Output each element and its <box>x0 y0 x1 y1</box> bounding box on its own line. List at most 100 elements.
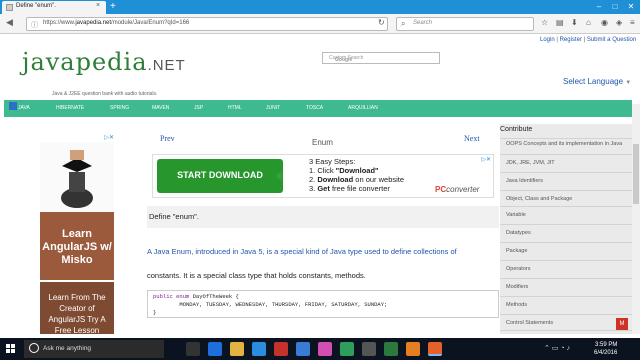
language-select[interactable]: Select Language ▼ <box>563 77 631 86</box>
download-icon[interactable]: ⬇ <box>571 18 578 27</box>
lock-icon: ⓘ <box>31 22 38 29</box>
ad-choices-icon[interactable]: ▷✕ <box>104 134 114 141</box>
sidebar-heading: Contribute <box>500 126 533 133</box>
home-icon[interactable]: ⌂ <box>586 18 591 27</box>
code-block: public enum DayOfTheWeek { MONDAY, TUESD… <box>147 290 499 318</box>
scrollbar[interactable] <box>632 104 640 334</box>
maximize-icon[interactable]: □ <box>608 1 622 12</box>
menu-item-jsp[interactable]: JSP <box>194 105 203 111</box>
sidebar-item[interactable]: Package <box>500 242 632 258</box>
topics-sidebar: Contribute OOPS Concepts and its impleme… <box>500 124 632 334</box>
sidebar-item[interactable]: Datatypes <box>500 224 632 240</box>
ad-subtext: Learn From The Creator of AngularJS Try … <box>48 293 106 334</box>
sidebar-item[interactable]: Object, Class and Package <box>500 190 632 206</box>
star-icon[interactable]: ☆ <box>541 18 548 27</box>
register-link[interactable]: Register <box>560 37 582 43</box>
login-link[interactable]: Login <box>540 37 555 43</box>
app-icon-green[interactable] <box>340 342 354 356</box>
navigation-bar: ◀ ⓘ https://www.javapedia.net/module/Jav… <box>0 14 640 34</box>
store-icon[interactable] <box>252 342 266 356</box>
page-title: Enum <box>312 138 333 147</box>
sidebar-item[interactable]: OOPS Concepts and its implementation in … <box>500 138 632 154</box>
menu-item-hibernate[interactable]: HIBERNATE <box>56 105 84 111</box>
app-icon-orange[interactable] <box>406 342 420 356</box>
ad-choices-icon[interactable]: ▷✕ <box>481 156 491 163</box>
question-box: Define "enum". <box>147 206 499 228</box>
menu-item-html[interactable]: HTML <box>228 105 242 111</box>
sidebar-item[interactable]: Methods <box>500 296 632 312</box>
clock[interactable]: 3:59 PM 6/4/2016 <box>594 341 617 357</box>
search-icon: ⌕ <box>401 19 406 28</box>
browser-tab[interactable]: Define "enum". × <box>2 1 106 14</box>
close-window-icon[interactable]: ✕ <box>624 1 638 12</box>
sidebar-item[interactable]: Variable <box>500 206 632 222</box>
submit-question-link[interactable]: Submit a Question <box>587 37 636 43</box>
menu-item-java[interactable]: JAVA <box>18 105 30 111</box>
ad-headline: Learn AngularJS w/ Misko <box>42 228 112 266</box>
sidebar-item[interactable]: Constructor <box>500 330 632 334</box>
tab-bar: Define "enum". × + – □ ✕ <box>0 0 640 14</box>
firefox-icon[interactable] <box>428 342 442 356</box>
reload-icon[interactable]: ↻ <box>378 18 385 27</box>
menu-item-spring[interactable]: SPRING <box>110 105 129 111</box>
cortana-icon <box>29 343 39 353</box>
account-links: Login | Register | Submit a Question <box>540 37 637 43</box>
menu-item-arquillian[interactable]: ARQUILLIAN <box>348 105 378 111</box>
cortana-placeholder: Ask me anything <box>43 345 92 352</box>
cortana-search[interactable]: Ask me anything <box>24 340 164 358</box>
menu-item-junit[interactable]: JUNIT <box>266 105 280 111</box>
search-placeholder: Search <box>413 20 433 26</box>
new-tab-button[interactable]: + <box>110 0 116 13</box>
search-input[interactable]: ⌕ Search <box>396 17 534 31</box>
start-download-button[interactable]: START DOWNLOAD <box>157 159 283 193</box>
next-link[interactable]: Next <box>464 134 480 143</box>
answer-text: A Java Enum, introduced in Java 5, is a … <box>147 247 457 280</box>
menu-item-maven[interactable]: MAVEN <box>152 105 169 111</box>
main-menu: JAVA HIBERNATE SPRING MAVEN JSP HTML JUNIT TOSC… <box>4 100 632 117</box>
sidebar-item[interactable]: Modifiers <box>500 278 632 294</box>
address-bar[interactable]: ⓘ https://www.javapedia.net/module/Java/… <box>26 17 388 31</box>
url-text: https://www.javapedia.net/module/Java/En… <box>43 20 190 26</box>
menu-icon[interactable]: ≡ <box>630 18 635 27</box>
ad-brand: PCconverter <box>435 185 480 194</box>
ad-image <box>40 142 114 212</box>
left-advertisement[interactable]: ▷✕ Learn AngularJS w/ Misko Learn From T… <box>40 134 114 334</box>
download-advertisement[interactable]: START DOWNLOAD 3 Easy Steps: 1. Click "D… <box>152 154 494 198</box>
security-badge-icon[interactable]: M <box>616 318 628 330</box>
dropdown-arrow-icon: ▼ <box>625 80 632 86</box>
site-search-input[interactable]: Google Custom Search <box>322 52 440 64</box>
edge-icon[interactable] <box>208 342 222 356</box>
app-icon-pink[interactable] <box>318 342 332 356</box>
tab-close-icon[interactable]: × <box>96 2 100 9</box>
app-icon-blue[interactable] <box>296 342 310 356</box>
windows-start-icon[interactable] <box>6 344 16 354</box>
file-explorer-icon[interactable] <box>230 342 244 356</box>
minimize-icon[interactable]: – <box>592 1 606 12</box>
app-icon-red[interactable] <box>274 342 288 356</box>
ad-steps: 3 Easy Steps: 1. Click "Download" 2. Dow… <box>309 157 405 193</box>
web-page: javapedia.NET Java & J2EE question bank … <box>0 34 640 334</box>
sidebar-item[interactable]: Control Statements <box>500 314 632 330</box>
taskbar: Ask me anything ⌃ ▭ ◔ ♪ 3:59 PM 6/4/2016 <box>0 338 640 360</box>
reading-list-icon[interactable]: ▤ <box>556 18 564 27</box>
extension-icon[interactable]: ◈ <box>616 18 622 27</box>
prev-link[interactable]: Prev <box>160 134 175 143</box>
sidebar-item[interactable]: JDK, JRE, JVM, JIT <box>500 154 632 170</box>
menu-item-tosca[interactable]: TOSCA <box>306 105 323 111</box>
home-square-icon[interactable] <box>9 102 17 110</box>
tab-title: Define "enum". <box>16 3 56 9</box>
task-view-icon[interactable] <box>186 342 200 356</box>
system-tray-icons[interactable]: ⌃ ▭ ◔ ♪ <box>544 344 570 352</box>
favicon-icon <box>6 4 13 11</box>
back-icon[interactable]: ◀ <box>6 17 13 28</box>
pocket-icon[interactable]: ◉ <box>601 18 608 27</box>
app-icon-gray[interactable] <box>362 342 376 356</box>
sidebar-item[interactable]: Java Identifiers <box>500 172 632 188</box>
arrow-left-icon <box>275 171 282 181</box>
question-text: Define "enum". <box>149 212 199 221</box>
site-logo[interactable]: javapedia.NET <box>22 48 186 76</box>
site-tagline: Java & J2EE question bank with audio tut… <box>52 91 158 97</box>
sidebar-item[interactable]: Operators <box>500 260 632 276</box>
app-icon-darkgreen[interactable] <box>384 342 398 356</box>
scrollbar-thumb[interactable] <box>633 144 639 204</box>
